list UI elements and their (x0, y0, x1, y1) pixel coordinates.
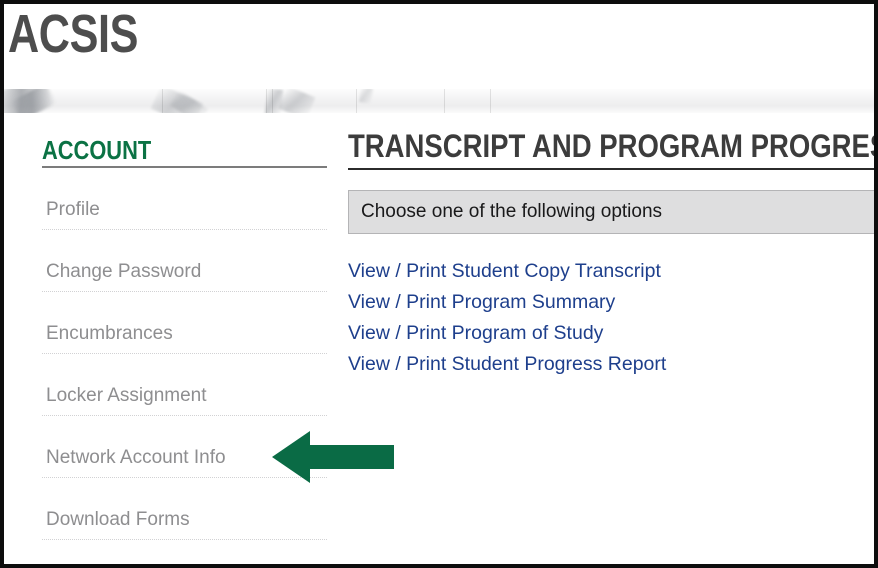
banner-seam (356, 89, 357, 113)
banner-seam (490, 89, 491, 113)
banner-seam (162, 89, 163, 113)
sidebar-item-locker-assignment[interactable]: Locker Assignment (42, 354, 327, 416)
banner-seam (272, 89, 273, 113)
page-title-divider (348, 168, 874, 170)
banner-seam (444, 89, 445, 113)
instruction-banner: Choose one of the following options (348, 190, 874, 234)
sidebar-heading: ACCOUNT (42, 135, 152, 165)
link-view-print-student-copy-transcript[interactable]: View / Print Student Copy Transcript (348, 256, 874, 287)
sidebar-item-label: Download Forms (46, 509, 190, 530)
sidebar-item-print-letters[interactable]: Print Letters (42, 540, 327, 564)
link-view-print-program-of-study[interactable]: View / Print Program of Study (348, 318, 874, 349)
link-view-print-student-progress-report[interactable]: View / Print Student Progress Report (348, 349, 874, 380)
browser-screenshot: ACSIS ACCOUNT Profile Change Password En… (0, 0, 878, 568)
page-title: TRANSCRIPT AND PROGRAM PROGRESSION (348, 128, 874, 164)
sidebar-item-label: Change Password (46, 261, 202, 282)
banner-texture (278, 89, 316, 113)
site-masthead: ACSIS (4, 4, 874, 80)
banner-image-strip (4, 89, 874, 113)
page-body: ACCOUNT Profile Change Password Encumbra… (4, 114, 874, 564)
sidebar-item-network-account-info[interactable]: Network Account Info (42, 416, 327, 478)
acsis-logo[interactable]: ACSIS (8, 4, 138, 65)
sidebar-item-change-password[interactable]: Change Password (42, 230, 327, 292)
sidebar-item-label: Encumbrances (46, 323, 173, 344)
main-content: TRANSCRIPT AND PROGRAM PROGRESSION Choos… (348, 128, 874, 564)
sidebar-item-encumbrances[interactable]: Encumbrances (42, 292, 327, 354)
banner-texture (358, 89, 374, 104)
sidebar-item-download-forms[interactable]: Download Forms (42, 478, 327, 540)
sidebar-item-label: Locker Assignment (46, 385, 207, 406)
options-link-list: View / Print Student Copy Transcript Vie… (348, 256, 874, 380)
sidebar-item-label: Profile (46, 199, 100, 220)
banner-seam (266, 89, 267, 113)
sidebar-item-label: Network Account Info (46, 447, 226, 468)
sidebar-item-profile[interactable]: Profile (42, 168, 327, 230)
link-view-print-program-summary[interactable]: View / Print Program Summary (348, 287, 874, 318)
account-sidebar: ACCOUNT Profile Change Password Encumbra… (42, 135, 327, 564)
